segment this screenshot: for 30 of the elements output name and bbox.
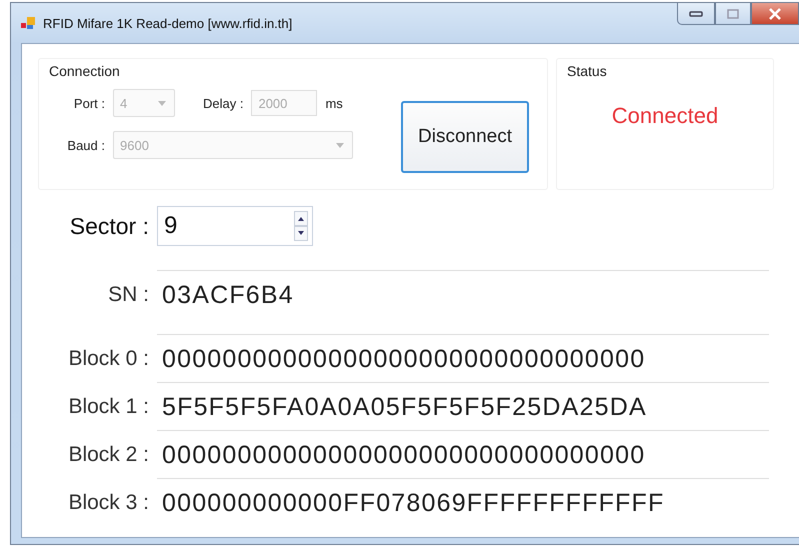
window-title: RFID Mifare 1K Read-demo [www.rfid.in.th] — [43, 16, 292, 30]
field-value: 000000000000FF078069FFFFFFFFFFFF — [157, 478, 769, 526]
unit-label: ms — [325, 96, 343, 110]
group-title: Status — [567, 63, 607, 79]
field-value: 00000000000000000000000000000000 — [157, 334, 769, 382]
caret-icon — [336, 142, 344, 148]
sector-label: Sector : — [68, 212, 149, 241]
field-label: Block 2 : — [67, 442, 149, 468]
disconnect-button[interactable]: Disconnect — [401, 101, 529, 173]
minimize-button[interactable] — [677, 3, 715, 25]
maximize-button[interactable] — [715, 3, 751, 25]
app-icon — [21, 17, 35, 29]
field-label: Block 0 : — [67, 346, 149, 372]
maximize-icon — [727, 8, 739, 18]
field-value: 5F5F5F5FA0A0A05F5F5F5F25DA25DA — [157, 382, 769, 430]
sector-spinner[interactable]: 9 — [157, 206, 313, 246]
close-icon — [768, 8, 782, 20]
field-label: Block 1 : — [67, 394, 149, 420]
delay-label: Delay : — [203, 96, 244, 110]
baud-label: Baud : — [66, 138, 105, 152]
status-text: Connected — [612, 103, 718, 129]
field-value: 03ACF6B4 — [157, 270, 769, 334]
port-label: Port : — [72, 96, 105, 110]
caret-icon — [158, 100, 166, 106]
minimize-icon — [689, 10, 703, 18]
field-value: 00000000000000000000000000000000 — [157, 430, 769, 478]
field-label: Block 3 : — [67, 490, 149, 516]
field-label: SN : — [107, 282, 149, 308]
close-button[interactable] — [751, 3, 799, 25]
group-title: Connection — [49, 63, 120, 79]
